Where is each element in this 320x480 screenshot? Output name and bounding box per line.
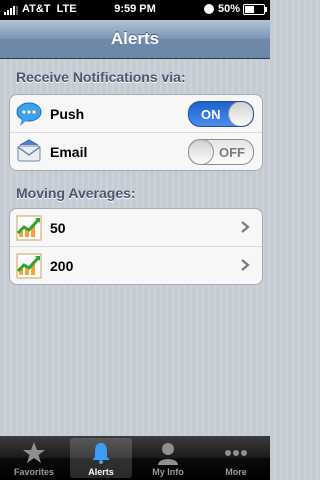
email-toggle-knob (189, 140, 214, 164)
ma-200-row[interactable]: 200 (10, 247, 262, 284)
tab-my-info-label: My Info (152, 467, 184, 477)
notifications-group: Push ON Email OFF (9, 94, 263, 171)
push-toggle[interactable]: ON (188, 101, 254, 127)
tab-alerts[interactable]: Alerts (70, 438, 132, 478)
battery-icon (243, 3, 267, 15)
push-row: Push ON (10, 95, 262, 133)
notifications-header: Receive Notifications via: (16, 69, 186, 85)
email-label: Email (50, 144, 88, 160)
tab-bar: Favorites Alerts My Info More (0, 436, 270, 480)
tab-more[interactable]: More (205, 438, 267, 478)
push-label: Push (50, 106, 85, 122)
chart-trend-icon (16, 215, 42, 241)
bell-icon (92, 443, 110, 464)
person-icon (158, 443, 178, 465)
tab-favorites[interactable]: Favorites (3, 438, 65, 478)
email-toggle-state: OFF (219, 145, 245, 160)
email-row: Email OFF (10, 133, 262, 170)
chevron-right-icon (241, 259, 250, 271)
ma-50-label: 50 (50, 220, 66, 236)
moving-averages-group: 50 200 (9, 208, 263, 285)
status-bar: AT&T LTE 9:59 PM 50% (0, 0, 270, 20)
star-icon (23, 442, 45, 463)
push-toggle-state: ON (201, 107, 221, 122)
ma-50-row[interactable]: 50 (10, 209, 262, 247)
battery-group: 50% (203, 3, 267, 15)
speech-bubble-icon (16, 102, 42, 126)
tab-alerts-label: Alerts (88, 467, 114, 477)
page-title: Alerts (110, 29, 160, 48)
rotation-lock-icon (203, 4, 214, 15)
email-toggle[interactable]: OFF (188, 139, 254, 165)
envelope-icon (17, 139, 41, 162)
moving-averages-header: Moving Averages: (16, 185, 136, 201)
nav-bar: Alerts (0, 20, 270, 59)
tab-more-label: More (225, 467, 247, 477)
chart-trend-icon (16, 253, 42, 279)
tab-my-info[interactable]: My Info (137, 438, 199, 478)
push-toggle-knob (228, 102, 253, 126)
ellipsis-icon (225, 450, 247, 456)
chevron-right-icon (241, 221, 250, 233)
ma-200-label: 200 (50, 258, 74, 274)
battery-percent: 50% (217, 3, 240, 15)
tab-favorites-label: Favorites (13, 467, 55, 477)
